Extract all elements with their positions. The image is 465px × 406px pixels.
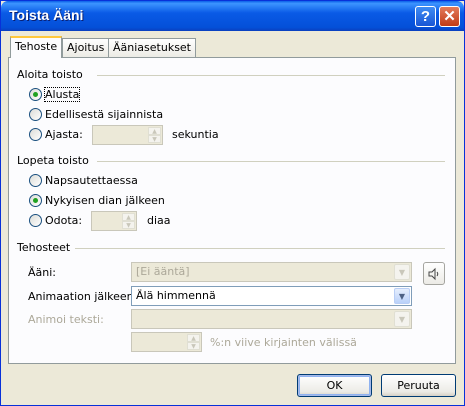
spin-up-icon[interactable]: ▲ bbox=[122, 213, 135, 221]
effects-group-title: Tehosteet bbox=[17, 241, 71, 254]
animate-text-label: Animoi teksti: bbox=[28, 313, 104, 326]
tab-label: Tehoste bbox=[15, 40, 58, 53]
cancel-button[interactable]: Peruuta bbox=[381, 374, 456, 397]
stop-after-slide-radio[interactable] bbox=[29, 194, 42, 207]
ok-button[interactable]: OK bbox=[297, 374, 372, 397]
spin-down-icon[interactable]: ▼ bbox=[187, 342, 200, 350]
start-from-previous-label[interactable]: Edellisestä sijainnista bbox=[45, 108, 163, 121]
sound-label: Ääni: bbox=[28, 266, 56, 279]
stop-after-slides-label[interactable]: Odota: bbox=[45, 214, 82, 227]
after-animation-label: Animaation jälkeen: bbox=[28, 290, 138, 303]
letter-delay-unit: %:n viive kirjainten välissä bbox=[210, 336, 357, 349]
sound-select[interactable]: [Ei ääntä] ▼ bbox=[131, 262, 412, 282]
start-group-title: Aloita toisto bbox=[17, 68, 83, 81]
title-bar[interactable]: Toista Ääni ? ✕ bbox=[1, 1, 464, 31]
start-time-unit: sekuntia bbox=[172, 128, 219, 141]
divider bbox=[97, 75, 445, 76]
tab-effect[interactable]: Tehoste bbox=[10, 36, 63, 58]
spin-down-icon[interactable]: ▼ bbox=[122, 221, 135, 229]
chevron-down-icon[interactable]: ▼ bbox=[394, 288, 410, 304]
chevron-down-icon[interactable]: ▼ bbox=[394, 311, 410, 327]
start-at-time-radio[interactable] bbox=[29, 128, 42, 141]
spin-up-icon[interactable]: ▲ bbox=[187, 334, 200, 342]
letter-delay-spinner[interactable]: ▲ ▼ bbox=[131, 332, 202, 352]
animate-text-select[interactable]: ▼ bbox=[131, 309, 412, 329]
stop-on-click-radio[interactable] bbox=[29, 174, 42, 187]
spin-up-icon[interactable]: ▲ bbox=[148, 127, 161, 135]
stop-slides-unit: diaa bbox=[147, 214, 171, 227]
start-from-beginning-label[interactable]: Alusta bbox=[43, 87, 81, 102]
sound-volume-button[interactable] bbox=[423, 262, 445, 285]
start-from-previous-radio[interactable] bbox=[29, 108, 42, 121]
after-animation-value: Älä himmennä bbox=[136, 289, 216, 302]
stop-on-click-label[interactable]: Napsautettaessa bbox=[45, 174, 138, 187]
spinner-arrows[interactable]: ▲ ▼ bbox=[187, 334, 200, 350]
tab-label: Ääniasetukset bbox=[113, 41, 191, 54]
stop-slides-spinner[interactable]: ▲ ▼ bbox=[91, 211, 137, 231]
sound-select-value: [Ei ääntä] bbox=[136, 265, 190, 278]
tab-label: Ajoitus bbox=[67, 41, 105, 54]
spinner-arrows[interactable]: ▲ ▼ bbox=[148, 127, 161, 143]
close-button[interactable]: ✕ bbox=[439, 6, 460, 27]
start-at-time-label[interactable]: Ajasta: bbox=[45, 128, 83, 141]
divider bbox=[97, 161, 445, 162]
speaker-icon bbox=[428, 267, 439, 281]
tab-sound-settings[interactable]: Ääniasetukset bbox=[108, 38, 196, 57]
divider bbox=[75, 248, 445, 249]
spin-down-icon[interactable]: ▼ bbox=[148, 135, 161, 143]
spinner-arrows[interactable]: ▲ ▼ bbox=[122, 213, 135, 229]
start-from-beginning-radio[interactable] bbox=[29, 88, 42, 101]
after-animation-select[interactable]: Älä himmennä ▼ bbox=[131, 286, 412, 306]
start-time-spinner[interactable]: ▲ ▼ bbox=[92, 125, 163, 145]
chevron-down-icon[interactable]: ▼ bbox=[394, 264, 410, 280]
stop-group-title: Lopeta toisto bbox=[17, 154, 89, 167]
help-button[interactable]: ? bbox=[415, 6, 436, 27]
tab-timing[interactable]: Ajoitus bbox=[62, 38, 110, 57]
window-title: Toista Ääni bbox=[9, 7, 84, 23]
dialog-window: Toista Ääni ? ✕ Tehoste Ajoitus Ääniaset… bbox=[0, 0, 465, 406]
stop-after-slide-label[interactable]: Nykyisen dian jälkeen bbox=[45, 194, 165, 207]
stop-after-slides-radio[interactable] bbox=[29, 214, 42, 227]
